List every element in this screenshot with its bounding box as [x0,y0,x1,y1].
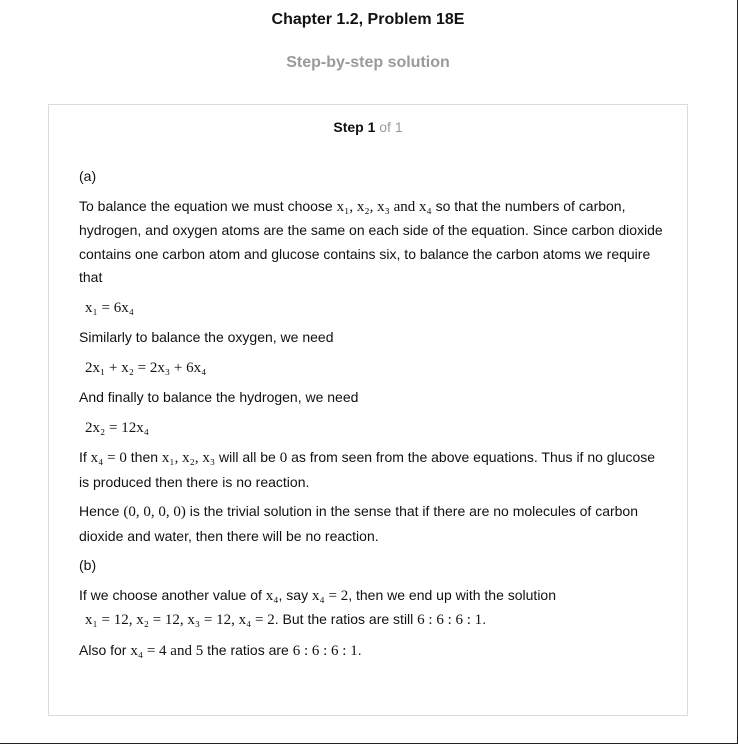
math-inline: (0, 0, 0, 0) [123,504,186,520]
math-equation: 2x₂ = 12x₄ [85,419,149,436]
text: Also for [79,641,127,658]
paragraph-oxygen: Similarly to balance the oxygen, we need [79,329,334,345]
step-indicator: Step 1 of 1 [49,119,687,135]
math-inline: x₄ = 2 [312,587,349,604]
text: the ratios are [207,641,289,658]
math-inline: x₄ = 4 and 5 [130,642,204,659]
solution-card: Step 1 of 1 (a) To balance the equation … [48,104,688,716]
text: If [79,449,87,465]
math-equation: 2x₁ + x₂ = 2x₃ + 6x₄ [85,359,207,376]
text: , say [278,586,309,603]
paragraph-another-value: If we choose another value of x₄, say x₄… [79,584,669,633]
math-inline: 0 [279,450,288,466]
text: If we choose another value of [79,586,262,603]
math-inline: x₁ = 12, x₂ = 12, x₃ = 12, x₄ = 2 [85,612,275,628]
text: . But the ratios are still [274,611,414,627]
math-equation: x₁ = 6x₄ [85,299,134,316]
chapter-title: Chapter 1.2, Problem 18E [271,11,465,28]
step-count: of 1 [379,119,403,135]
paragraph-zero-case: If x₄ = 0 then x₁, x₂, x₃ will all be 0 … [79,446,669,494]
text: , then we end up with the solution [348,586,557,603]
equation-carbon: x₁ = 6x₄ [79,296,669,321]
math-inline: x₄ [265,587,279,604]
equation-hydrogen: 2x₂ = 12x₄ [79,416,669,441]
paragraph-hydrogen: And finally to balance the hydrogen, we … [79,389,359,405]
paragraph-trivial: Hence (0, 0, 0, 0) is the trivial soluti… [79,500,669,548]
equation-oxygen: 2x₁ + x₂ = 2x₃ + 6x₄ [79,356,669,381]
math-inline: 6 : 6 : 6 : 1 [292,642,358,659]
text: . [357,641,362,658]
text: To balance the equation we must choose [79,197,333,214]
math-inline: 6 : 6 : 6 : 1 [417,612,483,628]
math-variables: x₁, x₂, x₃ and x₄ [336,198,432,215]
math-inline: x₄ = 0 [90,450,127,466]
text: then [130,449,159,465]
solution-content: (a) To balance the equation we must choo… [79,165,669,663]
step-label: Step 1 [333,119,376,135]
text: Hence [79,503,120,519]
paragraph-also-for: Also for x₄ = 4 and 5 the ratios are 6 :… [79,639,669,664]
text: . [482,611,487,627]
solution-subtitle: Step-by-step solution [286,54,450,71]
paragraph-intro: To balance the equation we must choose x… [79,195,669,290]
text: will all be [219,449,276,465]
math-inline: x₁, x₂, x₃ [161,450,216,466]
part-a-label: (a) [79,168,97,184]
part-b-label: (b) [79,557,97,573]
